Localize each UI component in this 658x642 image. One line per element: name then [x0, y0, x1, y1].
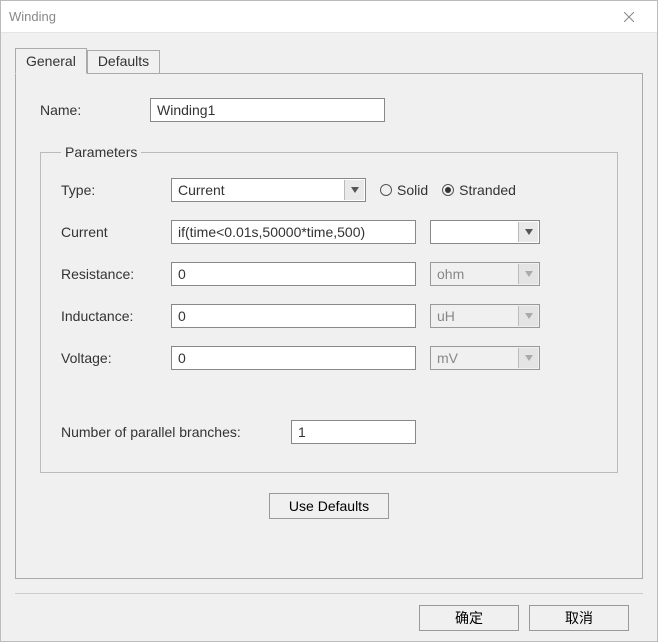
current-unit-combo[interactable]	[430, 220, 540, 244]
parameters-legend: Parameters	[61, 144, 141, 160]
chevron-down-icon	[518, 348, 538, 368]
voltage-label: Voltage:	[61, 350, 171, 366]
use-defaults-button[interactable]: Use Defaults	[269, 493, 389, 519]
tab-label: General	[26, 53, 76, 69]
inductance-unit-value: uH	[437, 308, 455, 324]
name-label: Name:	[40, 102, 150, 118]
chevron-down-icon	[518, 306, 538, 326]
resistance-row: Resistance: ohm	[61, 262, 597, 286]
dialog-footer: 确定 取消	[15, 593, 643, 641]
radio-solid-label: Solid	[397, 182, 428, 198]
chevron-down-icon	[344, 180, 364, 200]
type-row: Type: Current Solid Stranded	[61, 178, 597, 202]
branches-input[interactable]	[291, 420, 416, 444]
tab-label: Defaults	[98, 53, 149, 69]
resistance-label: Resistance:	[61, 266, 171, 282]
cancel-button[interactable]: 取消	[529, 605, 629, 631]
type-combo-value: Current	[178, 182, 225, 198]
type-label: Type:	[61, 182, 171, 198]
tabstrip: General Defaults	[15, 47, 643, 73]
client-area: General Defaults Name: Parameters Type: …	[1, 33, 657, 641]
radio-icon	[380, 184, 392, 196]
use-defaults-label: Use Defaults	[289, 498, 369, 514]
parameters-group: Parameters Type: Current Solid	[40, 144, 618, 473]
resistance-unit-combo: ohm	[430, 262, 540, 286]
tab-defaults[interactable]: Defaults	[87, 50, 160, 73]
voltage-input	[171, 346, 416, 370]
tab-general-page: Name: Parameters Type: Current	[15, 73, 643, 579]
close-icon	[624, 12, 634, 22]
current-input[interactable]	[171, 220, 416, 244]
defaults-row: Use Defaults	[40, 493, 618, 519]
ok-button[interactable]: 确定	[419, 605, 519, 631]
inductance-input	[171, 304, 416, 328]
chevron-down-icon	[518, 264, 538, 284]
current-row: Current	[61, 220, 597, 244]
titlebar: Winding	[1, 1, 657, 33]
branches-label: Number of parallel branches:	[61, 424, 291, 440]
radio-stranded-label: Stranded	[459, 182, 516, 198]
voltage-row: Voltage: mV	[61, 346, 597, 370]
winding-dialog: Winding General Defaults Name: Parameter…	[0, 0, 658, 642]
chevron-down-icon	[518, 222, 538, 242]
inductance-unit-combo: uH	[430, 304, 540, 328]
type-combo[interactable]: Current	[171, 178, 366, 202]
close-button[interactable]	[609, 1, 649, 32]
tab-general[interactable]: General	[15, 48, 87, 74]
cancel-label: 取消	[565, 610, 593, 626]
inductance-label: Inductance:	[61, 308, 171, 324]
ok-label: 确定	[455, 610, 483, 626]
resistance-input	[171, 262, 416, 286]
radio-icon	[442, 184, 454, 196]
branches-row: Number of parallel branches:	[61, 420, 597, 444]
name-input[interactable]	[150, 98, 385, 122]
radio-stranded[interactable]: Stranded	[442, 182, 516, 198]
resistance-unit-value: ohm	[437, 266, 464, 282]
window-title: Winding	[9, 9, 609, 24]
current-label: Current	[61, 224, 171, 240]
voltage-unit-combo: mV	[430, 346, 540, 370]
radio-solid[interactable]: Solid	[380, 182, 428, 198]
inductance-row: Inductance: uH	[61, 304, 597, 328]
name-row: Name:	[40, 98, 618, 122]
voltage-unit-value: mV	[437, 350, 458, 366]
